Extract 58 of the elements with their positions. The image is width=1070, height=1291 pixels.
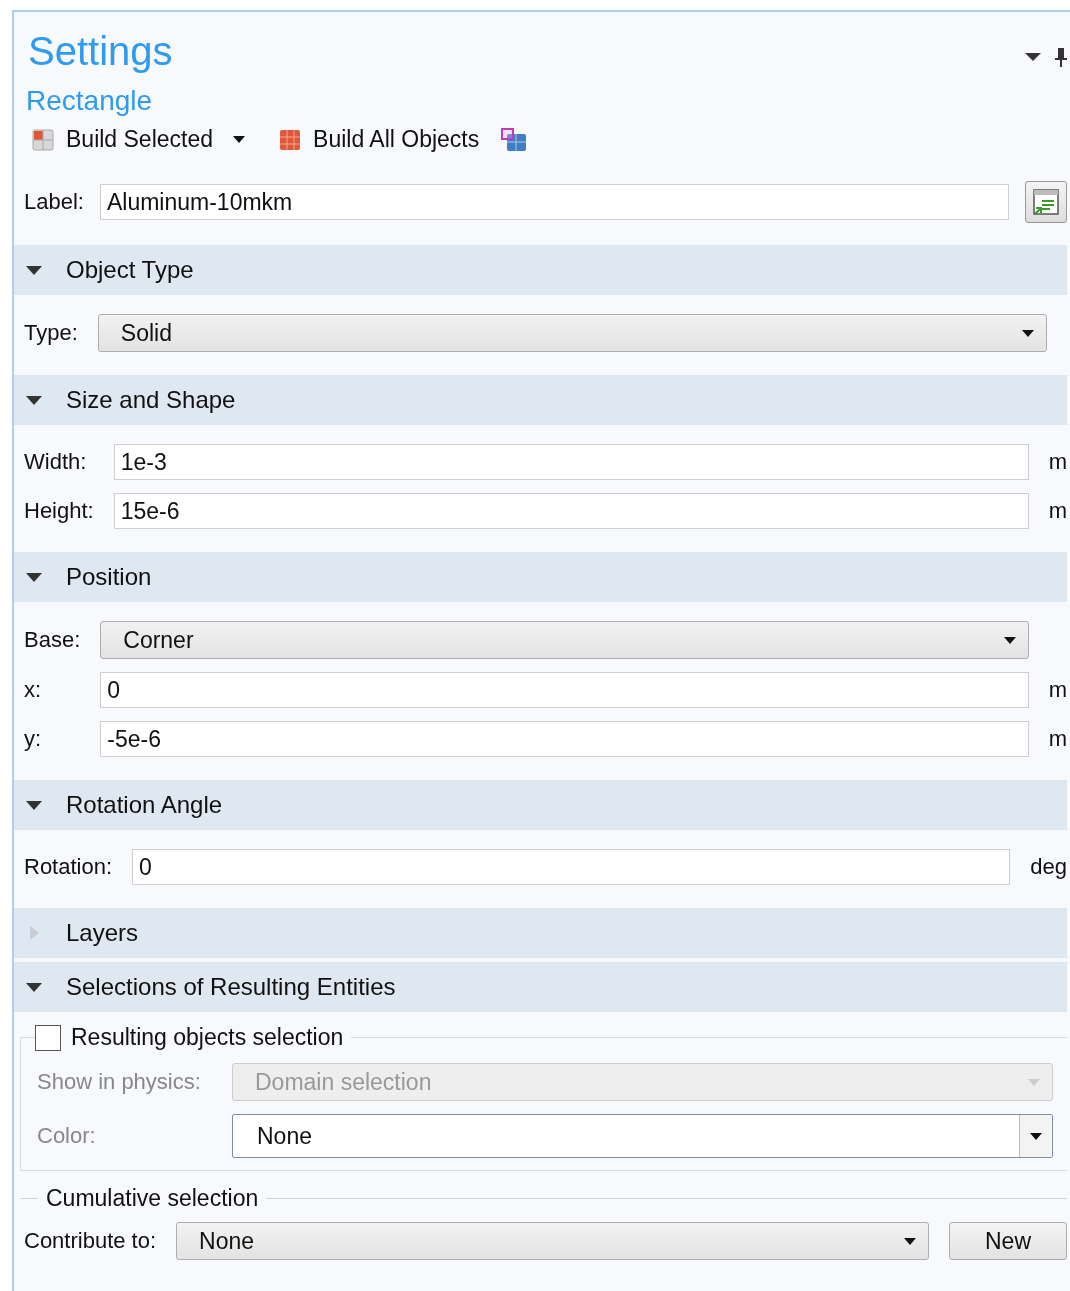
unit-label: deg (1030, 854, 1067, 880)
combo-box[interactable]: None (232, 1114, 1053, 1158)
expand-icon[interactable] (26, 572, 42, 582)
input-field[interactable]: -5e-6 (100, 721, 1029, 757)
field-label: Type: (24, 320, 78, 346)
expand-icon[interactable] (26, 395, 42, 405)
input-field[interactable]: 1e-3 (113, 444, 1029, 480)
section-header[interactable]: Rotation Angle (14, 780, 1067, 830)
build-button[interactable]: Build Selected (30, 124, 216, 155)
field-label: Width: (24, 449, 88, 475)
caret-icon (904, 1237, 916, 1245)
caret-icon (1030, 1132, 1042, 1140)
caret-icon (1022, 329, 1034, 337)
panel-title: Settings (28, 28, 173, 74)
section-header[interactable]: Layers (14, 908, 1067, 958)
checkbox-label[interactable]: Resulting objects selection (71, 1024, 344, 1051)
build-button[interactable]: Build All Objects (277, 124, 482, 155)
expand-icon[interactable] (26, 800, 42, 810)
dropdown[interactable]: Solid (97, 314, 1047, 352)
cube-icon (32, 128, 54, 151)
section-header[interactable]: Position (14, 552, 1067, 602)
field-label: Label: (24, 189, 84, 215)
field-label: Rotation: (24, 854, 113, 880)
field-label: y: (24, 726, 43, 752)
unit-label: m (1048, 498, 1067, 524)
dropdown[interactable]: None (176, 1222, 929, 1260)
pin-icon[interactable] (1055, 46, 1067, 68)
comment-button[interactable] (1025, 181, 1067, 223)
field-label: x: (24, 677, 43, 703)
label-field[interactable]: Aluminum-10mkm (99, 184, 1009, 220)
unit-label: m (1048, 677, 1067, 703)
new-button[interactable]: New (949, 1222, 1067, 1260)
dropdown[interactable]: Corner (100, 621, 1029, 659)
group-title: Cumulative selection (46, 1185, 259, 1212)
section-header[interactable]: Object Type (14, 245, 1067, 295)
node-title: Rectangle (25, 84, 154, 116)
field-label: Contribute to: (24, 1228, 157, 1254)
field-label: Base: (24, 627, 81, 653)
input-field[interactable]: 0 (100, 672, 1029, 708)
expand-icon[interactable] (26, 265, 42, 275)
unit-label: m (1048, 449, 1067, 475)
unit-label: m (1048, 726, 1067, 752)
input-field[interactable]: 15e-6 (113, 493, 1029, 529)
expand-icon[interactable] (26, 982, 42, 992)
caret-icon (1003, 636, 1016, 644)
checkbox[interactable] (35, 1024, 61, 1051)
caret-icon (1028, 1078, 1040, 1086)
cube-icon (279, 128, 302, 151)
field-label: Height: (24, 498, 94, 524)
field-label: Color: (37, 1123, 97, 1149)
section-header[interactable]: Size and Shape (14, 375, 1067, 425)
caret-icon[interactable] (233, 136, 246, 143)
caret-icon[interactable] (1025, 53, 1041, 61)
note-icon (1031, 187, 1061, 217)
cube-icon (501, 127, 528, 152)
input-field[interactable]: 0 (132, 849, 1011, 885)
field-label: Show in physics: (37, 1069, 202, 1095)
section-header[interactable]: Selections of Resulting Entities (14, 962, 1067, 1012)
